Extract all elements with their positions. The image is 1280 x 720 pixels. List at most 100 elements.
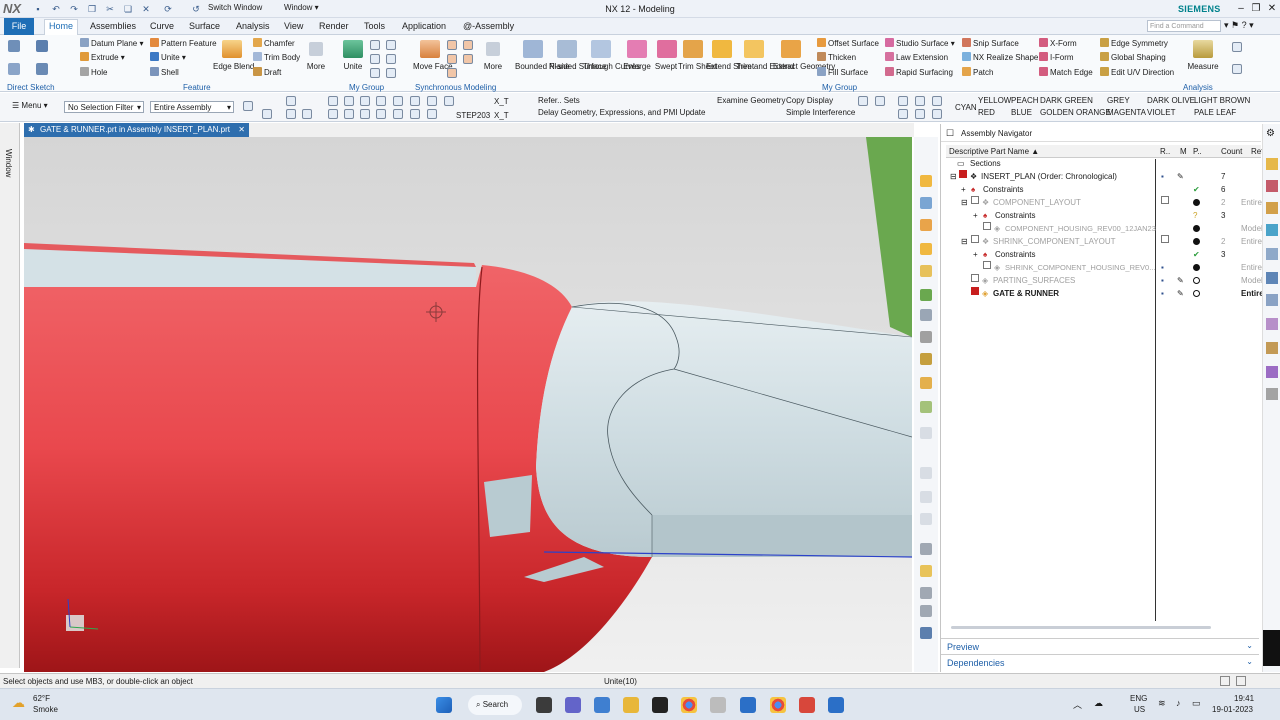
tree-row-shrink-layout[interactable]: ⊟ ❖ SHRINK_COMPONENT_LAYOUT 2 Entire bbox=[941, 235, 1262, 248]
tool-icon[interactable] bbox=[447, 40, 457, 50]
color-pale-leaf[interactable]: PALE LEAF bbox=[1194, 108, 1236, 117]
clock-time[interactable]: 19:41 bbox=[1234, 694, 1254, 703]
tree-row-component-layout[interactable]: ⊟ ❖ COMPONENT_LAYOUT 2 Entire bbox=[941, 196, 1262, 209]
match-edge-button[interactable]: Match Edge bbox=[1039, 67, 1093, 77]
swept-icon[interactable] bbox=[657, 40, 677, 58]
chrome-icon[interactable] bbox=[681, 697, 697, 713]
tool-icon[interactable] bbox=[386, 40, 396, 50]
trim-body-button[interactable]: Trim Body bbox=[253, 52, 300, 62]
view-tool-icon[interactable] bbox=[920, 353, 932, 365]
through-curves-icon[interactable] bbox=[591, 40, 611, 58]
save-icon[interactable]: ▪ bbox=[32, 3, 44, 15]
graphics-viewport[interactable] bbox=[24, 137, 912, 672]
battery-icon[interactable]: ▭ bbox=[1192, 698, 1201, 709]
more-icon[interactable] bbox=[486, 42, 500, 56]
law-extension-button[interactable]: Law Extension bbox=[885, 52, 948, 62]
restore-icon[interactable]: ❐ bbox=[1249, 2, 1263, 16]
language-label[interactable]: ENG bbox=[1130, 694, 1147, 703]
color-cyan[interactable]: CYAN bbox=[955, 103, 977, 112]
fill-surface-button[interactable]: Fill Surface bbox=[817, 67, 868, 77]
snap-point-icon[interactable] bbox=[376, 109, 386, 119]
copy-icon[interactable]: ❐ bbox=[86, 3, 98, 15]
checkbox-icon[interactable] bbox=[959, 170, 967, 178]
view-icon[interactable] bbox=[915, 109, 925, 119]
trim-and-extend-icon[interactable] bbox=[744, 40, 764, 58]
scope-dropdown[interactable]: Entire Assembly ▾ bbox=[150, 101, 234, 113]
close-tab-icon[interactable]: ✕ bbox=[238, 125, 245, 134]
color-dark-olive[interactable]: DARK OLIVE bbox=[1147, 96, 1195, 105]
snip-surface-button[interactable]: Snip Surface bbox=[962, 38, 1019, 48]
snap-point-icon[interactable] bbox=[376, 96, 386, 106]
snap-icon[interactable] bbox=[302, 109, 312, 119]
view-tool-icon[interactable] bbox=[920, 265, 932, 277]
color-blue[interactable]: BLUE bbox=[1011, 108, 1032, 117]
arc-icon[interactable] bbox=[8, 63, 20, 75]
analysis-tool-icon[interactable] bbox=[1232, 64, 1242, 74]
view-icon[interactable] bbox=[898, 96, 908, 106]
ribbon-icons[interactable]: ▾ ⚑ ? ▾ bbox=[1224, 20, 1254, 31]
tree-row-parting-surfaces[interactable]: ◈ PARTING_SURFACES ▪ ✎ Model bbox=[941, 274, 1263, 287]
checkbox-icon[interactable] bbox=[983, 222, 991, 230]
view-tool-icon[interactable] bbox=[920, 331, 932, 343]
datum-plane-button[interactable]: Datum Plane ▾ bbox=[80, 38, 144, 48]
col-name[interactable]: Descriptive Part Name ▲ bbox=[949, 147, 1039, 156]
task-view-icon[interactable] bbox=[536, 697, 552, 713]
bounded-plane-icon[interactable] bbox=[523, 40, 543, 58]
rectangle-icon[interactable] bbox=[36, 63, 48, 75]
tree-row-gate-runner[interactable]: ◈ GATE & RUNNER ▪ ✎ Entire bbox=[941, 287, 1264, 300]
selection-filter-dropdown[interactable]: No Selection Filter ▾ bbox=[64, 101, 144, 113]
clock-date[interactable]: 19-01-2023 bbox=[1212, 705, 1253, 714]
tool-icon[interactable] bbox=[463, 40, 473, 50]
view-icon[interactable] bbox=[898, 109, 908, 119]
checkbox-icon[interactable] bbox=[971, 235, 979, 243]
col-r[interactable]: R.. bbox=[1160, 147, 1170, 156]
chamfer-button[interactable]: Chamfer bbox=[253, 38, 295, 48]
reference-sets-button[interactable]: Refer.. Sets bbox=[538, 96, 580, 105]
filter-icon[interactable] bbox=[243, 101, 253, 111]
export-xt-1[interactable]: X_T bbox=[494, 97, 509, 106]
view-tool-icon[interactable] bbox=[920, 427, 932, 439]
offset-surface-button[interactable]: Offset Surface bbox=[817, 38, 879, 48]
search-button[interactable]: ⌕ Search bbox=[468, 695, 522, 715]
snap-point-icon[interactable] bbox=[328, 96, 338, 106]
edit-uv-direction-button[interactable]: Edit U/V Direction bbox=[1100, 67, 1174, 77]
region-label[interactable]: US bbox=[1134, 705, 1145, 714]
col-p[interactable]: P.. bbox=[1193, 147, 1202, 156]
history-icon[interactable] bbox=[1266, 294, 1278, 306]
pdf-icon[interactable] bbox=[799, 697, 815, 713]
view-icon[interactable] bbox=[915, 96, 925, 106]
tree-row-insert-plan[interactable]: ⊟ ❖ INSERT_PLAN (Order: Chronological) ▪… bbox=[941, 170, 1261, 183]
tab-surface[interactable]: Surface bbox=[185, 20, 224, 32]
tree-row-sections[interactable]: ▭ Sections bbox=[941, 157, 1261, 170]
checkbox-icon[interactable] bbox=[983, 261, 991, 269]
more-icon[interactable] bbox=[309, 42, 323, 56]
tree-row-constraints-3[interactable]: + ♠ Constraints ✔ 3 bbox=[941, 248, 1261, 261]
view-tool-icon[interactable] bbox=[920, 467, 932, 479]
checkbox-icon[interactable] bbox=[971, 287, 979, 295]
repeat-command-icon[interactable]: ⟳ bbox=[162, 3, 174, 15]
extend-sheet-icon[interactable] bbox=[712, 40, 732, 58]
view-tool-icon[interactable] bbox=[920, 513, 932, 525]
status-icon[interactable] bbox=[1236, 676, 1246, 686]
view-tool-icon[interactable] bbox=[920, 219, 932, 231]
patch-button[interactable]: Patch bbox=[962, 67, 993, 77]
horizontal-scrollbar[interactable] bbox=[951, 626, 1211, 629]
tab-file[interactable]: File bbox=[4, 18, 34, 35]
snap-point-icon[interactable] bbox=[344, 96, 354, 106]
redo-icon[interactable]: ↷ bbox=[68, 3, 80, 15]
sketch-icon[interactable] bbox=[8, 40, 20, 52]
snap-point-icon[interactable] bbox=[427, 96, 437, 106]
color-yellow[interactable]: YELLOW bbox=[978, 96, 1011, 105]
tool-icon[interactable] bbox=[370, 54, 380, 64]
view-icon[interactable] bbox=[932, 96, 942, 106]
measure-icon[interactable] bbox=[1193, 40, 1213, 58]
examine-geometry-button[interactable]: Examine Geometry bbox=[717, 96, 785, 105]
constraint-navigator-icon[interactable] bbox=[1266, 202, 1278, 214]
rapid-surfacing-button[interactable]: Rapid Surfacing bbox=[885, 67, 953, 77]
view-tool-icon[interactable] bbox=[920, 543, 932, 555]
window-side-tab[interactable]: Window bbox=[4, 149, 13, 177]
export-xt-2[interactable]: X_T bbox=[494, 111, 509, 120]
delete-icon[interactable]: ✕ bbox=[140, 3, 152, 15]
snap-point-icon[interactable] bbox=[410, 96, 420, 106]
part-navigator-icon[interactable] bbox=[1266, 158, 1278, 170]
